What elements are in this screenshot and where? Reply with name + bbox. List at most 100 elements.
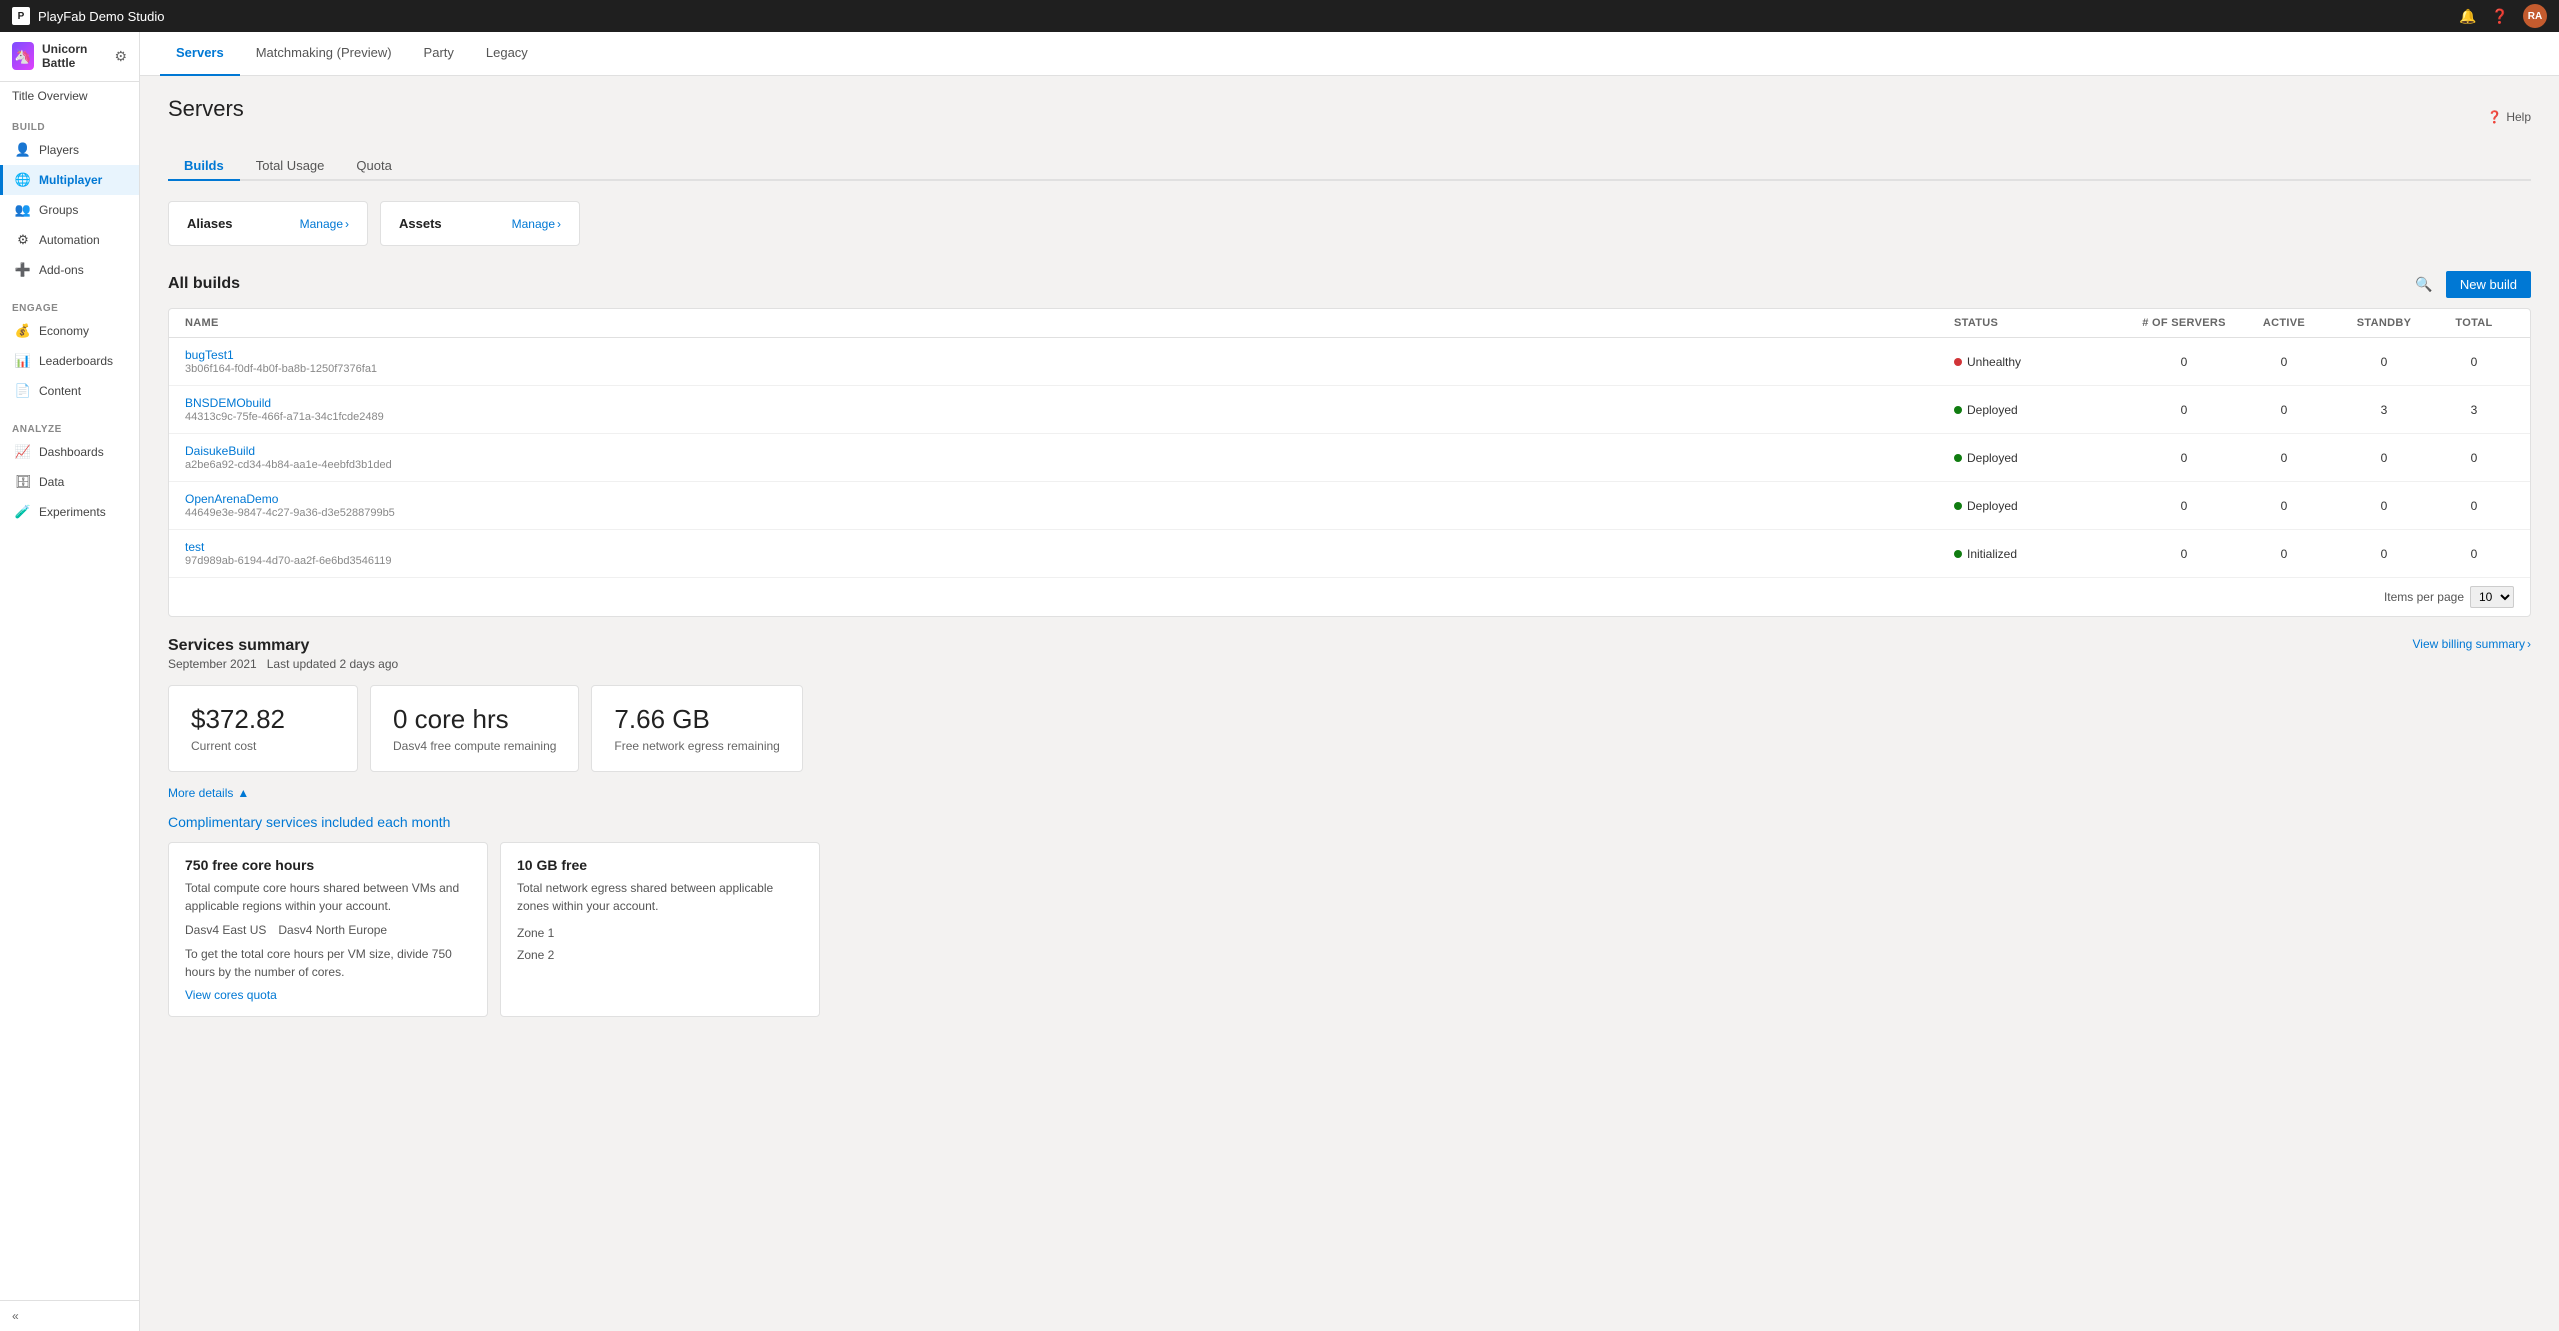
aliases-manage-link[interactable]: Manage › [300, 217, 349, 231]
tab-legacy[interactable]: Legacy [470, 32, 544, 76]
sidebar-item-data[interactable]: 🗄 Data [0, 467, 139, 497]
topbar: P PlayFab Demo Studio 🔔 ❓ RA [0, 0, 2559, 32]
sidebar-item-players[interactable]: 👤 Players [0, 135, 139, 165]
sidebar-item-dashboards[interactable]: 📈 Dashboards [0, 437, 139, 467]
collapse-arrow-icon: « [12, 1309, 19, 1323]
avatar[interactable]: RA [2523, 4, 2547, 28]
more-details-toggle[interactable]: More details ▲ [168, 786, 2531, 800]
row2-servers: 0 [2134, 403, 2234, 417]
new-build-button[interactable]: New build [2446, 271, 2531, 298]
row5-build-name[interactable]: test [185, 540, 1954, 554]
row3-status: Deployed [1954, 451, 2134, 465]
row2-name-cell: BNSDEMObuild 44313c9c-75fe-466f-a71a-34c… [185, 396, 1954, 423]
row5-status-label: Initialized [1967, 547, 2017, 561]
sidebar-item-automation[interactable]: ⚙ Automation [0, 225, 139, 255]
addons-icon: ➕ [15, 262, 31, 278]
services-date: September 2021 Last updated 2 days ago [168, 657, 398, 671]
sub-tabs: Builds Total Usage Quota [168, 152, 2531, 181]
items-per-page-select[interactable]: 10 25 50 [2470, 586, 2514, 608]
row3-status-dot [1954, 454, 1962, 462]
comp-card-network: 10 GB free Total network egress shared b… [500, 842, 820, 1017]
sidebar-item-economy-label: Economy [39, 324, 89, 338]
services-summary-header: Services summary September 2021 Last upd… [168, 637, 2531, 671]
row3-build-name[interactable]: DaisukeBuild [185, 444, 1954, 458]
table-row: OpenArenaDemo 44649e3e-9847-4c27-9a36-d3… [169, 482, 2530, 530]
aliases-manage-arrow: › [345, 217, 349, 231]
row2-status: Deployed [1954, 403, 2134, 417]
comp-card-hours: 750 free core hours Total compute core h… [168, 842, 488, 1017]
page-title: Servers [168, 96, 244, 122]
sidebar-item-content[interactable]: 📄 Content [0, 376, 139, 406]
row1-name-cell: bugTest1 3b06f164-f0df-4b0f-ba8b-1250f73… [185, 348, 1954, 375]
table-header: Name Status # of servers Active Standby … [169, 309, 2530, 338]
metric-cost-label: Current cost [191, 739, 335, 753]
all-builds-header: All builds 🔍 New build [168, 270, 2531, 298]
sidebar-item-players-label: Players [39, 143, 79, 157]
row1-build-name[interactable]: bugTest1 [185, 348, 1954, 362]
bell-icon[interactable]: 🔔 [2459, 7, 2477, 25]
dashboards-icon: 📈 [15, 444, 31, 460]
playfab-logo: P [12, 7, 30, 25]
sidebar-item-addons-label: Add-ons [39, 263, 84, 277]
all-builds-actions: 🔍 New build [2410, 270, 2531, 298]
economy-icon: 💰 [15, 323, 31, 339]
assets-manage-link[interactable]: Manage › [512, 217, 561, 231]
row5-status-dot [1954, 550, 1962, 558]
table-row: bugTest1 3b06f164-f0df-4b0f-ba8b-1250f73… [169, 338, 2530, 386]
col-servers: # of servers [2134, 317, 2234, 329]
help-button[interactable]: ❓ Help [2487, 110, 2531, 124]
col-total: Total [2434, 317, 2514, 329]
comp-region-east: Dasv4 East US [185, 923, 266, 937]
brand-name: Unicorn Battle [42, 42, 106, 71]
sidebar-item-title-overview[interactable]: Title Overview [0, 82, 139, 110]
row4-build-name[interactable]: OpenArenaDemo [185, 492, 1954, 506]
row1-build-id: 3b06f164-f0df-4b0f-ba8b-1250f7376fa1 [185, 363, 1954, 375]
metric-card-compute: 0 core hrs Dasv4 free compute remaining [370, 685, 579, 772]
sidebar-section-build-label: BUILD [0, 116, 139, 135]
view-cores-quota-link[interactable]: View cores quota [185, 988, 277, 1002]
question-icon[interactable]: ❓ [2491, 7, 2509, 25]
row4-standby: 0 [2334, 499, 2434, 513]
table-row: DaisukeBuild a2be6a92-cd34-4b84-aa1e-4ee… [169, 434, 2530, 482]
sub-tab-total-usage[interactable]: Total Usage [240, 152, 341, 181]
metric-cost-value: $372.82 [191, 704, 335, 735]
players-icon: 👤 [15, 142, 31, 158]
automation-icon: ⚙ [15, 232, 31, 248]
sidebar-item-groups-label: Groups [39, 203, 78, 217]
sidebar-item-addons[interactable]: ➕ Add-ons [0, 255, 139, 285]
tab-party[interactable]: Party [408, 32, 470, 76]
help-icon: ❓ [2487, 110, 2502, 124]
sub-tab-builds[interactable]: Builds [168, 152, 240, 181]
tab-servers[interactable]: Servers [160, 32, 240, 76]
row4-servers: 0 [2134, 499, 2234, 513]
row3-standby: 0 [2334, 451, 2434, 465]
table-row: test 97d989ab-6194-4d70-aa2f-6e6bd354611… [169, 530, 2530, 578]
search-icon-button[interactable]: 🔍 [2410, 270, 2438, 298]
row2-build-name[interactable]: BNSDEMObuild [185, 396, 1954, 410]
row5-name-cell: test 97d989ab-6194-4d70-aa2f-6e6bd354611… [185, 540, 1954, 567]
sidebar-item-experiments[interactable]: 🧪 Experiments [0, 497, 139, 527]
sub-tab-quota[interactable]: Quota [340, 152, 407, 181]
sidebar-item-groups[interactable]: 👥 Groups [0, 195, 139, 225]
sidebar-collapse-btn[interactable]: « [0, 1300, 139, 1331]
comp-hours-note: To get the total core hours per VM size,… [185, 945, 471, 981]
sidebar-item-multiplayer-label: Multiplayer [39, 173, 102, 187]
row3-servers: 0 [2134, 451, 2234, 465]
sidebar-item-economy[interactable]: 💰 Economy [0, 316, 139, 346]
view-billing-link[interactable]: View billing summary › [2413, 637, 2531, 651]
cards-row: Aliases Manage › Assets Manage › [168, 201, 2531, 246]
brand-settings-icon[interactable]: ⚙ [114, 48, 127, 65]
sidebar-item-multiplayer[interactable]: 🌐 Multiplayer [0, 165, 139, 195]
col-status: Status [1954, 317, 2134, 329]
row5-total: 0 [2434, 547, 2514, 561]
comp-hours-text: Total compute core hours shared between … [185, 879, 471, 915]
sidebar-brand: 🦄 Unicorn Battle ⚙ [0, 32, 139, 82]
row1-total: 0 [2434, 355, 2514, 369]
row4-status: Deployed [1954, 499, 2134, 513]
row1-status: Unhealthy [1954, 355, 2134, 369]
row3-status-label: Deployed [1967, 451, 2018, 465]
sidebar-item-leaderboards[interactable]: 📊 Leaderboards [0, 346, 139, 376]
row2-total: 3 [2434, 403, 2514, 417]
tab-matchmaking[interactable]: Matchmaking (Preview) [240, 32, 408, 76]
title-overview-label: Title Overview [12, 89, 88, 103]
